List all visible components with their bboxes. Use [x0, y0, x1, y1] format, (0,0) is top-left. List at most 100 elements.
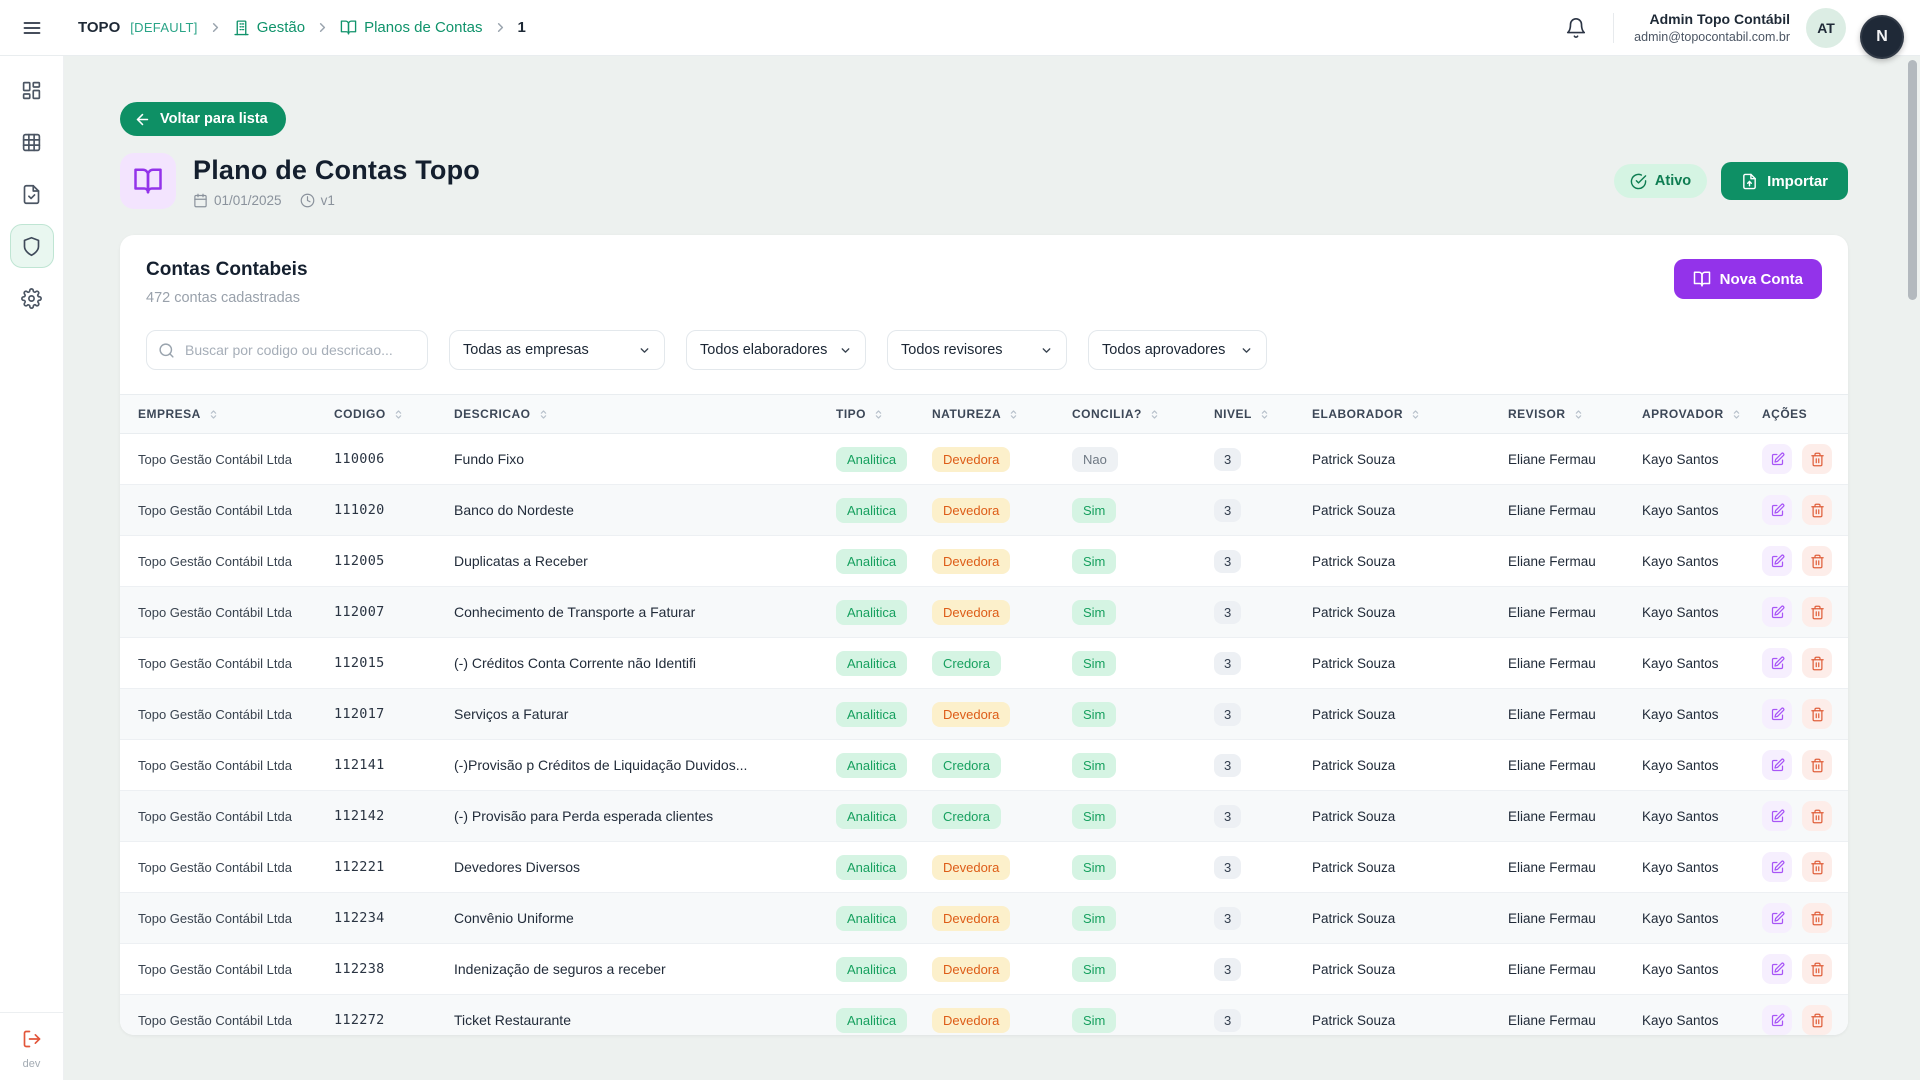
new-account-button[interactable]: Nova Conta: [1674, 259, 1822, 299]
delete-button[interactable]: [1802, 852, 1832, 882]
trash-icon: [1810, 656, 1825, 671]
sidebar-item-dashboard[interactable]: [10, 68, 54, 112]
accounts-table: EMPRESACODIGODESCRICAOTIPONATUREZACONCIL…: [120, 394, 1848, 1035]
column-header-codigo[interactable]: CODIGO: [334, 407, 454, 421]
cell-descricao: Conhecimento de Transporte a Faturar: [454, 604, 836, 620]
breadcrumb-planos-link[interactable]: Planos de Contas: [340, 19, 482, 36]
back-to-list-button[interactable]: Voltar para lista: [120, 102, 286, 136]
floating-badge[interactable]: N: [1860, 15, 1904, 59]
concilia-badge: Sim: [1072, 804, 1116, 829]
natureza-badge: Credora: [932, 753, 1001, 778]
delete-button[interactable]: [1802, 903, 1832, 933]
edit-button[interactable]: [1762, 699, 1792, 729]
sidebar-item-tables[interactable]: [10, 120, 54, 164]
sidebar-item-settings[interactable]: [10, 276, 54, 320]
hamburger-icon: [22, 18, 42, 38]
edit-button[interactable]: [1762, 495, 1792, 525]
delete-button[interactable]: [1802, 597, 1832, 627]
table-row: Topo Gestão Contábil Ltda 112141 (-)Prov…: [120, 740, 1848, 791]
edit-button[interactable]: [1762, 801, 1792, 831]
edit-icon: [1770, 860, 1785, 875]
column-header-nivel[interactable]: NIVEL: [1214, 407, 1312, 421]
bell-icon: [1565, 17, 1587, 39]
edit-button[interactable]: [1762, 852, 1792, 882]
sort-icon: [1730, 408, 1743, 421]
avatar[interactable]: AT: [1806, 8, 1846, 48]
column-header-aprovador[interactable]: APROVADOR: [1642, 407, 1762, 421]
filter-aprovadores-value: Todos aprovadores: [1102, 342, 1225, 358]
plan-icon-wrap: [120, 153, 176, 209]
edit-icon: [1770, 452, 1785, 467]
menu-toggle-button[interactable]: [0, 18, 64, 38]
logout-button[interactable]: [22, 1029, 42, 1049]
column-header-revisor[interactable]: REVISOR: [1508, 407, 1642, 421]
delete-button[interactable]: [1802, 750, 1832, 780]
column-header-descricao[interactable]: DESCRICAO: [454, 407, 836, 421]
edit-button[interactable]: [1762, 597, 1792, 627]
table-row: Topo Gestão Contábil Ltda 112142 (-) Pro…: [120, 791, 1848, 842]
edit-icon: [1770, 605, 1785, 620]
cell-concilia: Sim: [1072, 753, 1214, 778]
cell-codigo: 112015: [334, 655, 454, 671]
column-header-empresa[interactable]: EMPRESA: [120, 407, 334, 421]
column-header-natureza[interactable]: NATUREZA: [932, 407, 1072, 421]
edit-button[interactable]: [1762, 1005, 1792, 1035]
sidebar-item-documents[interactable]: [10, 172, 54, 216]
table-row: Topo Gestão Contábil Ltda 112017 Serviço…: [120, 689, 1848, 740]
edit-icon: [1770, 707, 1785, 722]
natureza-badge: Devedora: [932, 498, 1010, 523]
page-header: Plano de Contas Topo 01/01/2025 v1 Ativo…: [120, 153, 1848, 209]
breadcrumb-gestao-link[interactable]: Gestão: [233, 19, 305, 36]
edit-button[interactable]: [1762, 648, 1792, 678]
delete-button[interactable]: [1802, 954, 1832, 984]
sort-icon: [207, 408, 220, 421]
edit-button[interactable]: [1762, 444, 1792, 474]
filter-aprovadores-select[interactable]: Todos aprovadores: [1088, 330, 1267, 370]
chevron-right-icon: [493, 20, 508, 35]
cell-descricao: Convênio Uniforme: [454, 910, 836, 926]
notifications-button[interactable]: [1561, 13, 1591, 43]
column-header-elaborador[interactable]: ELABORADOR: [1312, 407, 1508, 421]
edit-button[interactable]: [1762, 954, 1792, 984]
import-button[interactable]: Importar: [1721, 162, 1848, 200]
filter-elaboradores-select[interactable]: Todos elaboradores: [686, 330, 866, 370]
cell-concilia: Sim: [1072, 855, 1214, 880]
cell-empresa: Topo Gestão Contábil Ltda: [120, 809, 334, 824]
delete-button[interactable]: [1802, 801, 1832, 831]
cell-revisor: Eliane Fermau: [1508, 452, 1642, 467]
column-header-concilia[interactable]: CONCILIA?: [1072, 407, 1214, 421]
edit-button[interactable]: [1762, 750, 1792, 780]
cell-elaborador: Patrick Souza: [1312, 656, 1508, 671]
cell-concilia: Nao: [1072, 447, 1214, 472]
delete-button[interactable]: [1802, 444, 1832, 474]
cell-revisor: Eliane Fermau: [1508, 554, 1642, 569]
nivel-badge: 3: [1214, 448, 1241, 471]
cell-codigo: 112007: [334, 604, 454, 620]
breadcrumb: TOPO [DEFAULT] Gestão Planos de Contas 1: [78, 19, 526, 36]
sidebar-item-security[interactable]: [10, 224, 54, 268]
scrollbar[interactable]: [1908, 60, 1917, 300]
cell-natureza: Devedora: [932, 906, 1072, 931]
edit-button[interactable]: [1762, 546, 1792, 576]
delete-button[interactable]: [1802, 546, 1832, 576]
column-header-aes: AÇÕES: [1762, 407, 1848, 421]
cell-aprovador: Kayo Santos: [1642, 554, 1762, 569]
delete-button[interactable]: [1802, 495, 1832, 525]
cell-revisor: Eliane Fermau: [1508, 809, 1642, 824]
delete-button[interactable]: [1802, 699, 1832, 729]
trash-icon: [1810, 452, 1825, 467]
delete-button[interactable]: [1802, 648, 1832, 678]
breadcrumb-app[interactable]: TOPO: [78, 19, 120, 36]
edit-button[interactable]: [1762, 903, 1792, 933]
cell-concilia: Sim: [1072, 498, 1214, 523]
filter-empresas-select[interactable]: Todas as empresas: [449, 330, 665, 370]
search-input[interactable]: [146, 330, 428, 370]
cell-codigo: 112141: [334, 757, 454, 773]
tipo-badge: Analitica: [836, 957, 907, 982]
filter-revisores-select[interactable]: Todos revisores: [887, 330, 1067, 370]
delete-button[interactable]: [1802, 1005, 1832, 1035]
cell-empresa: Topo Gestão Contábil Ltda: [120, 758, 334, 773]
column-header-tipo[interactable]: TIPO: [836, 407, 932, 421]
sort-icon: [1148, 408, 1161, 421]
cell-descricao: Banco do Nordeste: [454, 502, 836, 518]
